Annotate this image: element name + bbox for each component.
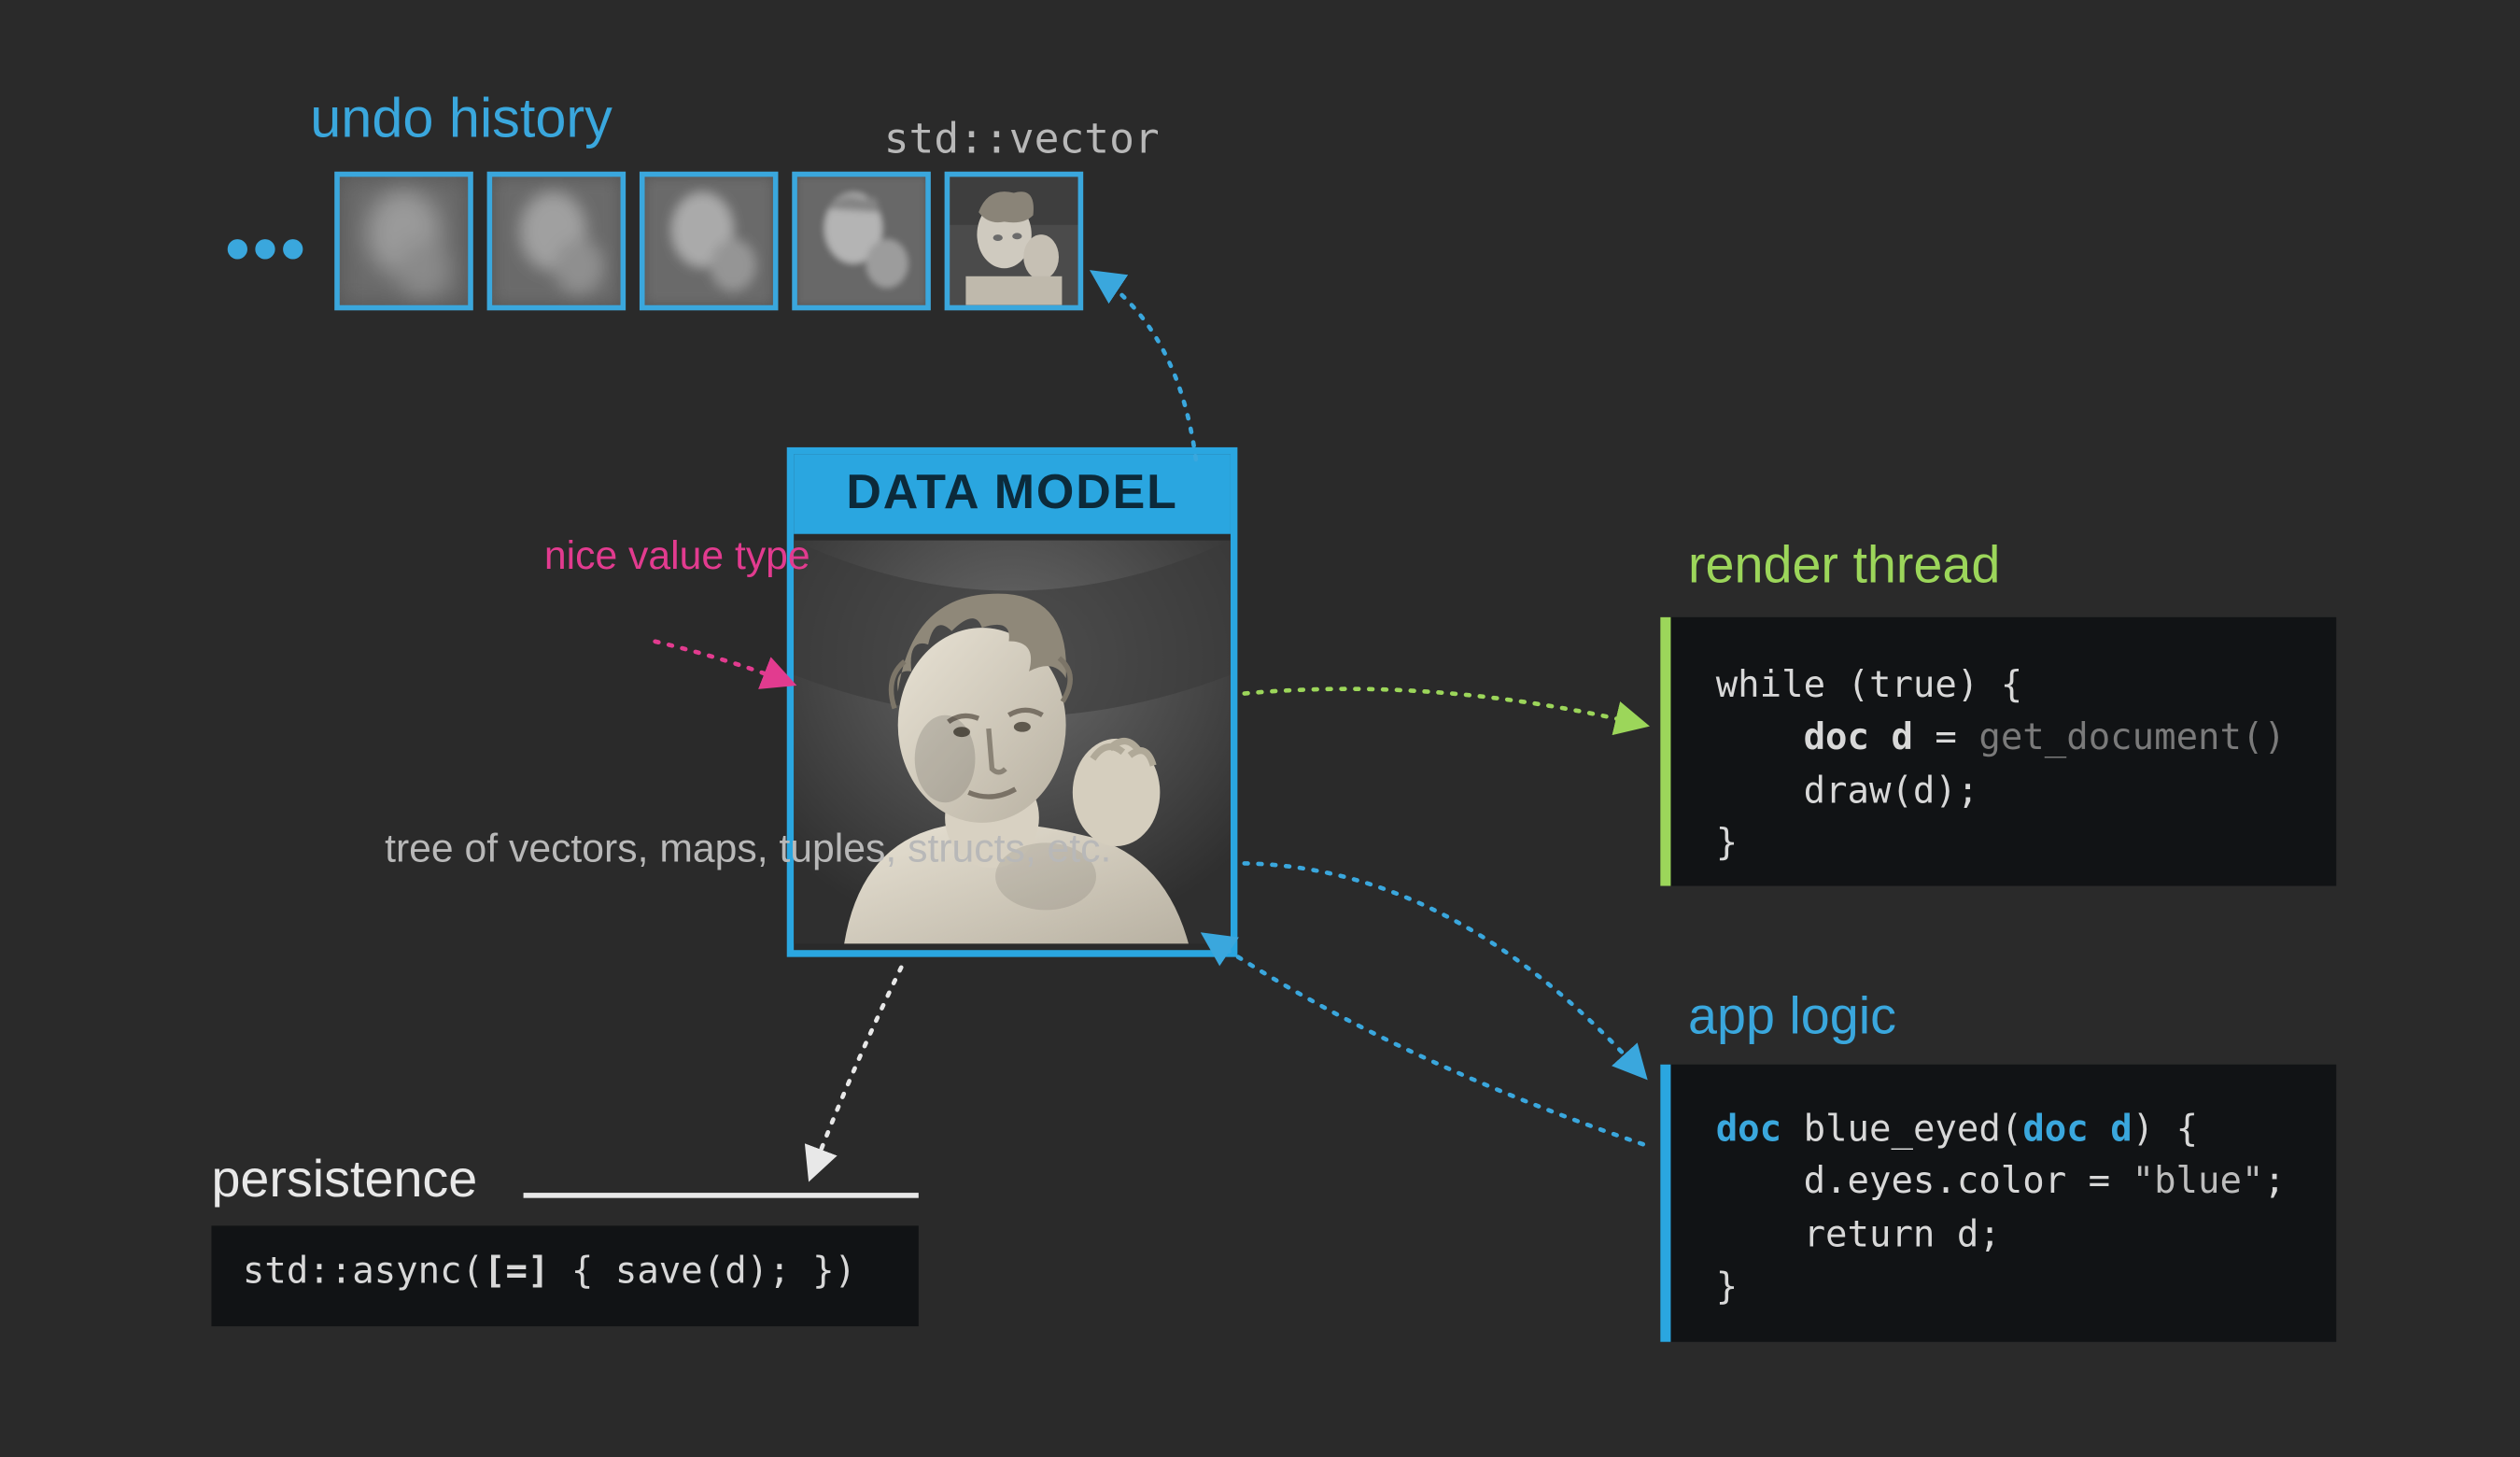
undo-thumb <box>792 172 931 311</box>
app-logic-code: doc blue_eyed(doc d) { d.eyes.color = "b… <box>1660 1065 2336 1342</box>
render-thread-title: render thread <box>1688 537 2000 596</box>
data-model-header: DATA MODEL <box>794 454 1231 533</box>
data-model-box: DATA MODEL <box>787 447 1238 957</box>
persistence-title: persistence <box>211 1152 477 1210</box>
undo-history-title: undo history <box>310 87 612 151</box>
undo-thumb <box>640 172 779 311</box>
undo-thumb <box>334 172 473 311</box>
undo-thumb <box>487 172 626 311</box>
std-vector-label: std::vector <box>884 115 1160 163</box>
undo-thumb-current <box>945 172 1084 311</box>
data-model-image <box>794 534 1231 951</box>
undo-thumbnails <box>334 172 1083 311</box>
app-logic-title: app logic <box>1688 988 1896 1047</box>
render-thread-code: while (true) { doc d = get_document() dr… <box>1660 617 2336 886</box>
persistence-code: std::async([=] { save(d); }) <box>211 1225 918 1326</box>
nice-value-type-label: nice value type <box>544 534 810 578</box>
persistence-underline <box>524 1193 919 1198</box>
tree-description-label: tree of vectors, maps, tuples, structs, … <box>385 826 1111 871</box>
ellipsis-icon: ••• <box>225 211 308 290</box>
